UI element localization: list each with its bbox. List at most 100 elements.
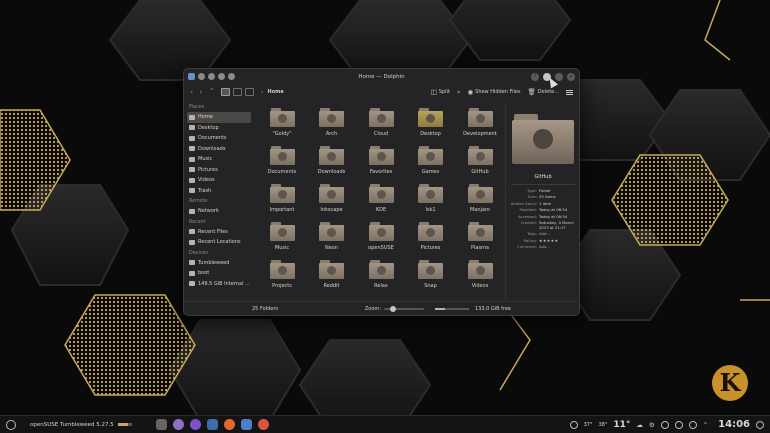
zoom-slider-handle[interactable] [389, 306, 396, 312]
folder-item[interactable]: Arch [311, 108, 353, 146]
volume-bar[interactable] [117, 423, 132, 426]
expand-tray-icon[interactable]: ⌃ [703, 421, 708, 429]
compact-view-button[interactable] [233, 88, 243, 96]
folder-item[interactable]: Relax [360, 260, 402, 298]
help-icon[interactable]: ? [531, 72, 539, 81]
folder-icon [418, 222, 443, 241]
app-task-icon[interactable] [206, 419, 218, 430]
folder-item[interactable]: Plasma [459, 222, 501, 260]
cpu-temperature: 37° [583, 421, 593, 428]
show-hidden-files-button[interactable]: ◉ Show Hidden Files [467, 88, 520, 96]
forward-icon[interactable]: › [199, 88, 202, 96]
clock[interactable]: 14:06 [718, 419, 750, 430]
folder-item[interactable]: Games [410, 146, 452, 184]
folder-item[interactable]: Downloads [311, 146, 353, 184]
info-value: 1 item [539, 200, 552, 206]
folder-label: "Goldy" [272, 131, 292, 137]
folder-item[interactable]: Favorites [360, 146, 402, 184]
add-link[interactable]: Add... [539, 231, 575, 236]
tray-icon[interactable] [569, 420, 578, 429]
settings-icon[interactable]: ⚙ [649, 421, 655, 429]
weather-temperature[interactable]: 11° [613, 420, 630, 430]
keep-above-icon[interactable] [208, 73, 215, 80]
sidebar-item-network[interactable]: Network [187, 206, 251, 217]
sidebar-item-home[interactable]: Home [187, 112, 251, 123]
sidebar-item-boot[interactable]: boot [187, 268, 251, 279]
place-icon [189, 167, 195, 173]
icons-view-button[interactable] [221, 88, 231, 96]
folder-item[interactable]: Neon [311, 222, 353, 260]
folder-label: Favorites [369, 169, 393, 175]
search-icon[interactable]: ⌕ [457, 88, 461, 97]
folder-item[interactable]: Reddit [311, 260, 353, 298]
menu-icon[interactable] [566, 89, 573, 95]
folder-item[interactable]: GitHub [459, 146, 501, 184]
sidebar-item-videos[interactable]: Videos [187, 175, 251, 186]
breadcrumb[interactable]: Home [268, 89, 284, 95]
folder-item[interactable]: Pictures [410, 222, 452, 260]
sidebar-item-label: Pictures [198, 166, 218, 173]
free-space-bar [434, 308, 469, 310]
sidebar-item-desktop[interactable]: Desktop [187, 123, 251, 134]
folder-item[interactable]: Cloud [360, 108, 402, 146]
sidebar-item-documents[interactable]: Documents [187, 133, 251, 144]
network-icon[interactable] [660, 420, 669, 429]
folder-item[interactable]: Videos [459, 260, 501, 298]
updates-icon[interactable] [674, 420, 683, 429]
details-view-button[interactable] [245, 88, 255, 96]
dolphin-task-icon[interactable] [155, 419, 167, 430]
folder-item[interactable]: Snap [410, 260, 452, 298]
rating-stars[interactable]: ★★★★★ [539, 238, 575, 243]
free-space-label: 133.0 GiB free [474, 306, 511, 312]
close-button[interactable]: × [567, 72, 575, 81]
zoom-slider[interactable] [383, 306, 424, 312]
split-button[interactable]: ◫ Split [431, 88, 450, 96]
folder-item[interactable]: Documents [261, 146, 303, 184]
shade-icon[interactable] [218, 73, 225, 80]
folder-item[interactable]: Inkscape [311, 184, 353, 222]
sidebar-item-downloads[interactable]: Downloads [187, 144, 251, 155]
folder-item[interactable]: Development [459, 108, 501, 146]
dolphin-app-icon[interactable] [188, 73, 195, 80]
folder-icon [418, 146, 443, 165]
firefox-task-icon[interactable] [223, 419, 235, 430]
back-icon[interactable]: ‹ [190, 88, 193, 96]
sidebar-item-pictures[interactable]: Pictures [187, 165, 251, 176]
delete-button[interactable]: 🗑 Delete... [528, 88, 559, 96]
minimize-button[interactable] [543, 72, 551, 81]
folder-item[interactable]: Manjaro [459, 184, 501, 222]
sidebar-item-trash[interactable]: Trash [187, 186, 251, 197]
folder-item[interactable]: Music [261, 222, 303, 260]
app-task-icon[interactable] [240, 419, 252, 430]
add-link[interactable]: Add... [539, 244, 575, 249]
folder-item[interactable]: Projects [261, 260, 303, 298]
show-desktop-icon[interactable] [756, 420, 764, 429]
volume-icon[interactable] [688, 420, 697, 429]
folder-item[interactable]: Important [261, 184, 303, 222]
folder-item[interactable]: Desktop [410, 108, 452, 146]
maximize-button[interactable] [555, 72, 563, 81]
keep-below-icon[interactable] [228, 73, 235, 80]
title-bar[interactable]: Home — Dolphin ? × [184, 69, 579, 84]
up-icon[interactable]: ⌃ [208, 88, 215, 96]
pin-icon[interactable] [198, 73, 205, 80]
app-task-icon[interactable] [189, 419, 201, 430]
sidebar-item-recent-files[interactable]: Recent Files [187, 227, 251, 238]
cloud-icon[interactable]: ☁ [636, 421, 643, 429]
folder-item[interactable]: lsk1 [410, 184, 452, 222]
split-label: Split [438, 89, 450, 95]
folder-icon [269, 108, 295, 127]
folder-label: Desktop [420, 131, 441, 137]
app-task-icon[interactable] [257, 419, 269, 430]
folder-icon [368, 108, 394, 127]
sidebar-item-tumbleweed[interactable]: Tumbleweed [187, 258, 251, 269]
sidebar-item-recent-locations[interactable]: Recent Locations [187, 237, 251, 248]
sidebar-item-music[interactable]: Music [187, 154, 251, 165]
folder-icon [467, 146, 493, 165]
folder-item[interactable]: KDE [360, 184, 402, 222]
folder-item[interactable]: "Goldy" [261, 108, 303, 146]
sidebar-item-149-5-gib-internal[interactable]: 149.5 GiB Internal ... [187, 279, 251, 290]
folder-item[interactable]: openSUSE [360, 222, 402, 260]
app-task-icon[interactable] [172, 419, 184, 430]
app-launcher-icon[interactable] [6, 419, 16, 430]
